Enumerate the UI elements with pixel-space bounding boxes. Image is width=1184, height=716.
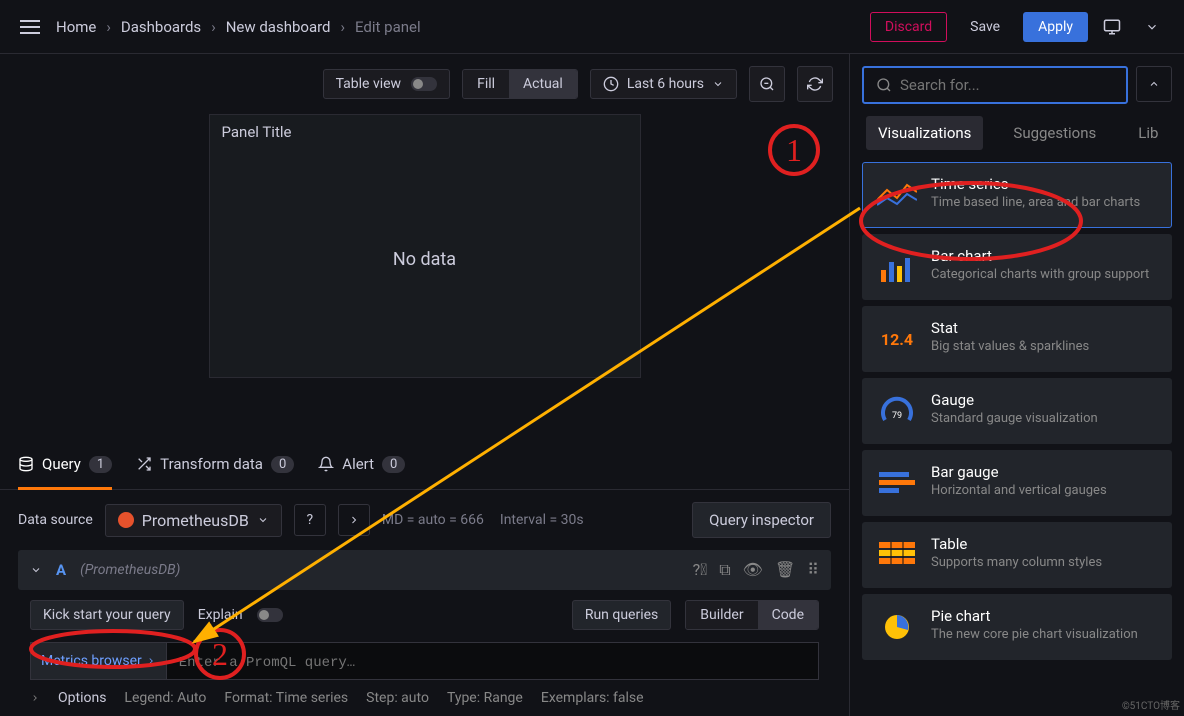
builder-button[interactable]: Builder <box>686 601 757 629</box>
bar-gauge-icon <box>875 463 919 503</box>
fill-actual-segment: Fill Actual <box>462 69 578 99</box>
breadcrumb-home[interactable]: Home <box>56 18 96 36</box>
kick-start-button[interactable]: Kick start your query <box>30 600 184 630</box>
viz-time-series[interactable]: Time seriesTime based line, area and bar… <box>862 162 1172 228</box>
panel-preview: Panel Title No data <box>209 114 641 378</box>
save-button[interactable]: Save <box>955 12 1015 42</box>
trash-icon[interactable]: 🗑 <box>775 560 795 580</box>
help-button[interactable]: ? <box>294 504 326 536</box>
viz-table[interactable]: TableSupports many column styles <box>862 522 1172 588</box>
time-series-icon <box>875 175 919 215</box>
copy-icon[interactable]: ⧉ <box>719 560 730 580</box>
breadcrumb: Home › Dashboards › New dashboard › Edit… <box>56 18 421 36</box>
table-view-toggle[interactable]: Table view <box>323 69 451 99</box>
apply-button[interactable]: Apply <box>1023 12 1088 42</box>
tab-suggestions[interactable]: Suggestions <box>1001 116 1108 150</box>
transform-count-badge: 0 <box>271 456 294 473</box>
breadcrumb-dashboards[interactable]: Dashboards <box>121 18 201 36</box>
prometheus-icon <box>118 512 134 528</box>
switch-icon <box>411 77 437 91</box>
search-input[interactable] <box>900 76 1114 94</box>
pie-chart-icon <box>875 607 919 647</box>
promql-input-wrapper <box>167 642 819 680</box>
query-count-badge: 1 <box>89 456 112 473</box>
refresh-button[interactable] <box>797 66 833 102</box>
query-source: (PrometheusDB) <box>80 562 180 578</box>
clock-icon <box>603 76 619 92</box>
explain-label: Explain <box>198 607 243 623</box>
chevron-down-icon <box>30 564 42 576</box>
gauge-icon: 79 <box>875 391 919 431</box>
run-queries-button[interactable]: Run queries <box>572 600 671 630</box>
options-row[interactable]: Options Legend: Auto Format: Time series… <box>0 690 849 716</box>
query-letter: A <box>56 561 66 579</box>
expand-button[interactable] <box>338 504 370 536</box>
datasource-select[interactable]: PrometheusDB <box>105 504 282 537</box>
zoom-out-button[interactable] <box>749 66 785 102</box>
search-icon <box>876 77 892 93</box>
fill-button[interactable]: Fill <box>463 70 509 98</box>
menu-icon[interactable] <box>16 16 44 38</box>
collapse-button[interactable] <box>1136 66 1172 102</box>
chevron-down-icon[interactable] <box>1136 11 1168 43</box>
tab-visualizations[interactable]: Visualizations <box>866 116 983 150</box>
alert-count-badge: 0 <box>382 456 405 473</box>
chevron-right-icon <box>146 656 156 666</box>
stat-icon: 12.4 <box>875 319 919 359</box>
time-range-picker[interactable]: Last 6 hours <box>590 69 737 99</box>
bar-chart-icon <box>875 247 919 287</box>
tab-query[interactable]: Query 1 <box>18 455 112 479</box>
database-icon <box>18 456 34 472</box>
viz-bar-gauge[interactable]: Bar gaugeHorizontal and vertical gauges <box>862 450 1172 516</box>
metrics-browser-button[interactable]: Metrics browser <box>30 642 167 680</box>
viz-bar-chart[interactable]: Bar chartCategorical charts with group s… <box>862 234 1172 300</box>
explain-toggle[interactable] <box>257 608 283 622</box>
table-icon <box>875 535 919 575</box>
query-row-a[interactable]: A (PrometheusDB) ?⃝ ⧉ 👁 🗑 ⠿ <box>18 550 831 590</box>
eye-icon[interactable]: 👁 <box>743 560 763 580</box>
tab-transform[interactable]: Transform data 0 <box>136 455 294 479</box>
breadcrumb-edit-panel: Edit panel <box>355 18 421 36</box>
watermark: ©51CTO博客 <box>1122 697 1180 712</box>
drag-icon[interactable]: ⠿ <box>807 560 819 580</box>
datasource-info: MD = auto = 666 Interval = 30s <box>382 512 584 528</box>
panel-no-data: No data <box>210 149 640 270</box>
chevron-right-icon <box>30 693 40 703</box>
panel-title: Panel Title <box>210 115 640 149</box>
viz-pie-chart[interactable]: Pie chartThe new core pie chart visualiz… <box>862 594 1172 660</box>
tab-alert[interactable]: Alert 0 <box>318 455 405 479</box>
search-input-wrapper <box>862 66 1128 104</box>
viz-stat[interactable]: 12.4 StatBig stat values & sparklines <box>862 306 1172 372</box>
promql-input[interactable] <box>179 655 806 671</box>
monitor-icon[interactable] <box>1096 11 1128 43</box>
datasource-label: Data source <box>18 512 93 528</box>
bell-icon <box>318 456 334 472</box>
code-button[interactable]: Code <box>758 601 818 629</box>
transform-icon <box>136 456 152 472</box>
chevron-down-icon <box>712 78 724 90</box>
query-inspector-button[interactable]: Query inspector <box>692 502 831 538</box>
help-icon[interactable]: ?⃝ <box>693 560 708 580</box>
actual-button[interactable]: Actual <box>509 70 577 98</box>
breadcrumb-new-dashboard[interactable]: New dashboard <box>226 18 331 36</box>
discard-button[interactable]: Discard <box>870 12 947 42</box>
svg-text:79: 79 <box>892 411 902 421</box>
tab-library[interactable]: Lib <box>1126 116 1170 150</box>
chevron-down-icon <box>257 514 269 526</box>
viz-gauge[interactable]: 79 GaugeStandard gauge visualization <box>862 378 1172 444</box>
